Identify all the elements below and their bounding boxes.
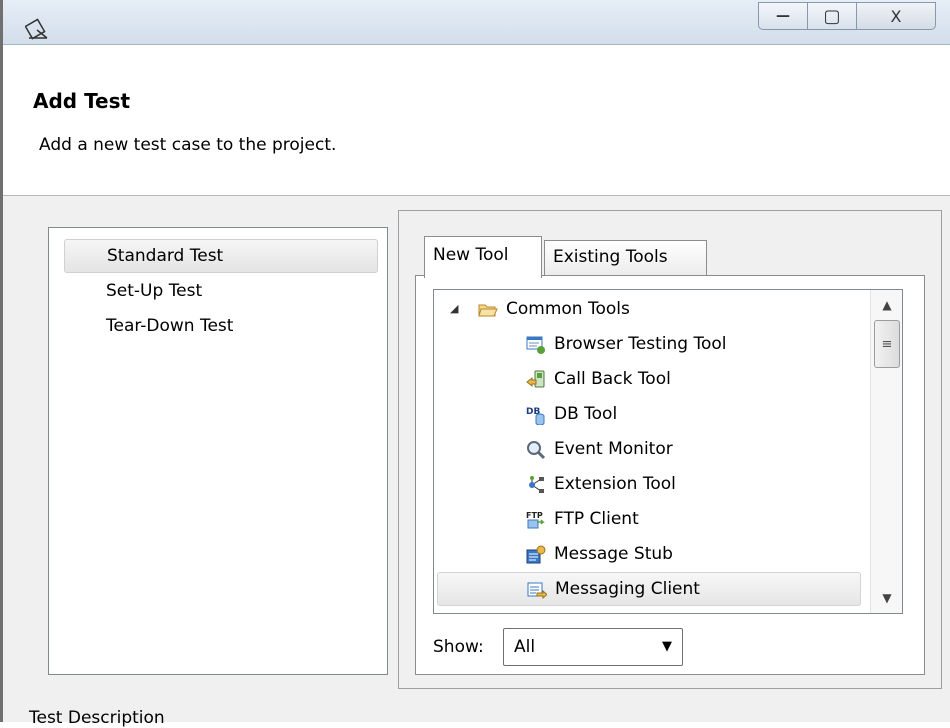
tree-vertical-scrollbar[interactable]: ▲ ≡ ▼ (870, 290, 902, 613)
test-type-label: Set-Up Test (106, 281, 203, 301)
test-type-label: Standard Test (107, 246, 224, 266)
close-icon: X (890, 6, 902, 26)
tab-existing-tools[interactable]: Existing Tools (544, 240, 707, 275)
tool-selection-panel: New Tool Existing Tools ◢ Common Tools B… (398, 210, 942, 689)
tree-expanded-arrow-icon[interactable]: ◢ (450, 292, 458, 326)
messaging-client-icon (527, 582, 547, 600)
tree-item[interactable]: FTP FTP Client (434, 502, 864, 536)
tree-item[interactable]: Browser Testing Tool (434, 327, 864, 361)
show-filter-value: All (514, 637, 536, 657)
window-controls: — ▢ X (758, 2, 936, 32)
scroll-thumb[interactable]: ≡ (874, 320, 900, 368)
test-type-teardown[interactable]: Tear-Down Test (49, 309, 387, 343)
extension-tool-icon (529, 476, 544, 493)
page-title: Add Test (33, 89, 131, 113)
tree-item[interactable]: DB DB Tool (434, 397, 864, 431)
tree-item[interactable]: Event Monitor (434, 432, 864, 466)
tab-label: New Tool (433, 245, 509, 265)
test-type-standard[interactable]: Standard Test (64, 239, 378, 273)
scroll-down-arrow-icon[interactable]: ▼ (871, 583, 902, 613)
tree-item[interactable]: Message Stub (434, 537, 864, 571)
test-type-label: Tear-Down Test (106, 316, 234, 336)
dialog-header: Add Test Add a new test case to the proj… (3, 45, 950, 196)
page-subtitle: Add a new test case to the project. (39, 135, 337, 155)
tree-item-label: FTP Client (554, 509, 639, 529)
svg-text:FTP: FTP (526, 511, 543, 520)
maximize-button[interactable]: ▢ (807, 2, 857, 30)
tree-item-label: Browser Testing Tool (554, 334, 727, 354)
minimize-button[interactable]: — (758, 2, 808, 30)
tree-item-selected[interactable]: Messaging Client (437, 572, 861, 606)
dialog-body: Standard Test Set-Up Test Tear-Down Test… (3, 196, 950, 728)
test-type-setup[interactable]: Set-Up Test (49, 274, 387, 308)
magnifier-icon (527, 441, 546, 460)
show-filter-select[interactable]: All ▼ (503, 628, 683, 666)
folder-open-icon (478, 304, 498, 317)
chevron-down-icon: ▼ (662, 639, 672, 654)
browser-testing-tool-icon (526, 336, 545, 354)
maximize-icon: ▢ (823, 5, 841, 27)
tree-item-label: Messaging Client (555, 579, 700, 599)
title-bar[interactable]: — ▢ X (3, 0, 950, 45)
message-stub-icon (526, 545, 546, 564)
tree-item[interactable]: Extension Tool (434, 467, 864, 501)
test-type-list[interactable]: Standard Test Set-Up Test Tear-Down Test (48, 227, 388, 675)
tree-item-label: Event Monitor (554, 439, 673, 459)
tab-label: Existing Tools (553, 247, 668, 267)
tab-new-tool[interactable]: New Tool (424, 236, 542, 278)
tree-item-label: Message Stub (554, 544, 673, 564)
show-filter-label: Show: (433, 637, 484, 657)
call-back-tool-icon (526, 370, 545, 388)
tree-item[interactable]: Call Back Tool (434, 362, 864, 396)
tool-tree[interactable]: ◢ Common Tools Browser Testing Tool Call… (433, 289, 903, 614)
scroll-up-arrow-icon[interactable]: ▲ (871, 290, 902, 320)
tree-node-label: Common Tools (506, 299, 630, 319)
test-description-label: Test Description (29, 708, 165, 728)
app-icon (25, 18, 48, 40)
tree-item-label: Extension Tool (554, 474, 676, 494)
minimize-icon: — (776, 8, 790, 24)
tree-node-common-tools[interactable]: ◢ Common Tools (434, 292, 864, 326)
tree-item-label: Call Back Tool (554, 369, 671, 389)
ftp-client-icon: FTP (526, 511, 545, 529)
close-button[interactable]: X (856, 2, 936, 30)
db-tool-icon: DB (526, 407, 545, 425)
new-tool-tab-content: ◢ Common Tools Browser Testing Tool Call… (415, 275, 925, 675)
tree-item-label: DB Tool (554, 404, 618, 424)
